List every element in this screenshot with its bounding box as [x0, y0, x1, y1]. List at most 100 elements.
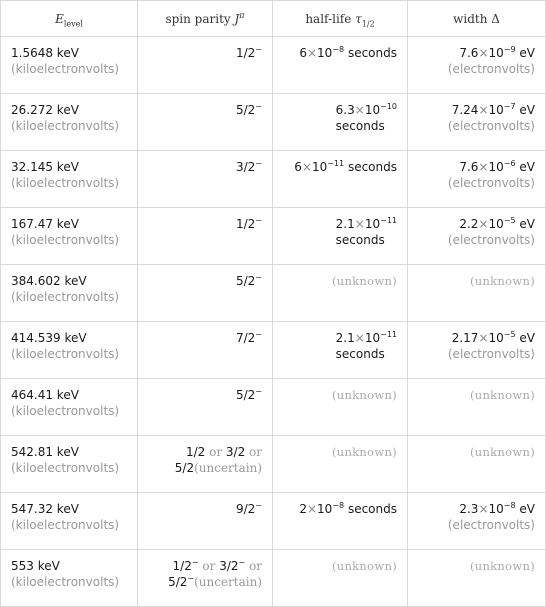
parity-sign: −	[255, 501, 262, 510]
spin-value: 5/2	[235, 274, 256, 288]
unknown-value: (unknown)	[331, 274, 397, 288]
spin-option: 5/2	[168, 575, 188, 589]
energy-value: 414.539 keV	[11, 331, 87, 345]
base-ten: 10	[364, 103, 381, 117]
times-symbol: ×	[301, 160, 312, 174]
width-exponent: −9	[503, 45, 516, 54]
halflife-symbol: τ	[355, 11, 362, 26]
spin-option: 1/2	[172, 559, 192, 573]
halflife-unit: seconds	[347, 502, 397, 516]
base-ten: 10	[488, 160, 504, 174]
spin-cell: 9/2−	[137, 492, 273, 550]
spin-cell: 7/2−	[137, 321, 273, 379]
halflife-unit: seconds	[347, 160, 397, 174]
spin-value: 5/2	[235, 388, 256, 402]
spin-cell: 1/2−	[137, 207, 273, 265]
width-unit: eV	[519, 502, 535, 516]
energy-unit: (kiloelectronvolts)	[11, 461, 120, 475]
table-row: 384.602 keV (kiloelectronvolts) 5/2− (unkno…	[0, 264, 546, 322]
table-row: 167.47 keV (kiloelectronvolts) 1/2− 2.1×10−…	[0, 207, 546, 265]
energy-unit: (kiloelectronvolts)	[11, 518, 120, 532]
header-width: width Δ	[407, 0, 546, 37]
times-symbol: ×	[478, 103, 489, 117]
or-text: or	[202, 559, 216, 573]
times-symbol: ×	[354, 103, 365, 117]
table-row: 553 keV (kiloelectronvolts) 1/2− or 3/2− o…	[0, 549, 546, 607]
energy-value: 553 keV	[11, 559, 60, 573]
halflife-mantissa: 2	[299, 502, 307, 516]
table-row: 547.32 keV (kiloelectronvolts) 9/2− 2×10−8 …	[0, 492, 546, 550]
spin-label: spin parity	[165, 11, 235, 26]
parity-sign: −	[255, 387, 262, 396]
spin-superscript: π	[239, 10, 245, 20]
halflife-unit: seconds	[335, 233, 385, 247]
energy-value: 464.41 keV	[11, 388, 79, 402]
parity-sign: −	[238, 558, 246, 567]
width-cell: 7.24×10−7 eV (electronvolts)	[407, 93, 546, 151]
width-unit-name: (electronvolts)	[447, 62, 535, 76]
times-symbol: ×	[478, 46, 489, 60]
unknown-value: (unknown)	[469, 559, 535, 573]
width-mantissa: 7.24	[451, 103, 479, 117]
spin-option: 3/2	[225, 445, 246, 459]
energy-cell: 384.602 keV (kiloelectronvolts)	[0, 264, 138, 322]
spin-cell: 1/2− or 3/2− or 5/2−(uncertain)	[137, 549, 273, 607]
width-unit: eV	[519, 331, 535, 345]
base-ten: 10	[317, 502, 333, 516]
spin-option: 5/2	[174, 461, 195, 475]
width-exponent: −7	[503, 102, 516, 111]
base-ten: 10	[488, 502, 504, 516]
table-body: 1.5648 keV (kiloelectronvolts) 1/2− 6×10−8 …	[0, 36, 546, 607]
energy-value: 384.602 keV	[11, 274, 87, 288]
energy-unit: (kiloelectronvolts)	[11, 233, 120, 247]
unknown-value: (unknown)	[469, 388, 535, 402]
spin-value: 1/2	[235, 46, 256, 60]
energy-value: 167.47 keV	[11, 217, 79, 231]
energy-cell: 553 keV (kiloelectronvolts)	[0, 549, 138, 607]
halflife-cell: 2×10−8 seconds	[272, 492, 408, 550]
base-ten: 10	[488, 331, 504, 345]
width-cell: (unknown)	[407, 264, 546, 322]
width-exponent: −5	[503, 216, 516, 225]
width-unit: eV	[519, 103, 535, 117]
halflife-exponent: −11	[380, 216, 397, 225]
energy-unit: (kiloelectronvolts)	[11, 176, 120, 190]
energy-cell: 414.539 keV (kiloelectronvolts)	[0, 321, 138, 379]
parity-sign: −	[255, 216, 262, 225]
header-spin-parity: spin parity Jπ	[137, 0, 273, 37]
unknown-value: (unknown)	[469, 274, 535, 288]
header-half-life: half-life τ1/2	[272, 0, 408, 37]
width-cell: 2.17×10−5 eV (electronvolts)	[407, 321, 546, 379]
base-ten: 10	[311, 160, 328, 174]
header-energy-level: Elevel	[0, 0, 138, 37]
times-symbol: ×	[478, 331, 489, 345]
energy-unit: (kiloelectronvolts)	[11, 404, 120, 418]
parity-sign: −	[191, 558, 199, 567]
width-unit-name: (electronvolts)	[447, 176, 535, 190]
base-ten: 10	[488, 46, 504, 60]
spin-value: 3/2	[235, 160, 256, 174]
width-mantissa: 2.3	[459, 502, 479, 516]
halflife-mantissa: 2.1	[335, 217, 355, 231]
width-exponent: −8	[503, 501, 516, 510]
parity-sign: −	[255, 159, 262, 168]
energy-unit: (kiloelectronvolts)	[11, 119, 120, 133]
energy-symbol: E	[55, 11, 64, 26]
spin-option: 3/2	[219, 559, 239, 573]
energy-subscript: level	[63, 18, 83, 28]
width-cell: 7.6×10−9 eV (electronvolts)	[407, 36, 546, 94]
energy-cell: 547.32 keV (kiloelectronvolts)	[0, 492, 138, 550]
energy-value: 26.272 keV	[11, 103, 79, 117]
width-mantissa: 7.6	[459, 46, 479, 60]
parity-sign: −	[255, 102, 262, 111]
energy-value: 547.32 keV	[11, 502, 79, 516]
halflife-unit: seconds	[335, 119, 385, 133]
energy-unit: (kiloelectronvolts)	[11, 347, 120, 361]
parity-sign: −	[255, 273, 262, 282]
unknown-value: (unknown)	[331, 388, 397, 402]
width-mantissa: 2.17	[451, 331, 479, 345]
times-symbol: ×	[478, 160, 489, 174]
halflife-cell: 6.3×10−10 seconds	[272, 93, 408, 151]
energy-cell: 167.47 keV (kiloelectronvolts)	[0, 207, 138, 265]
energy-value: 542.81 keV	[11, 445, 79, 459]
